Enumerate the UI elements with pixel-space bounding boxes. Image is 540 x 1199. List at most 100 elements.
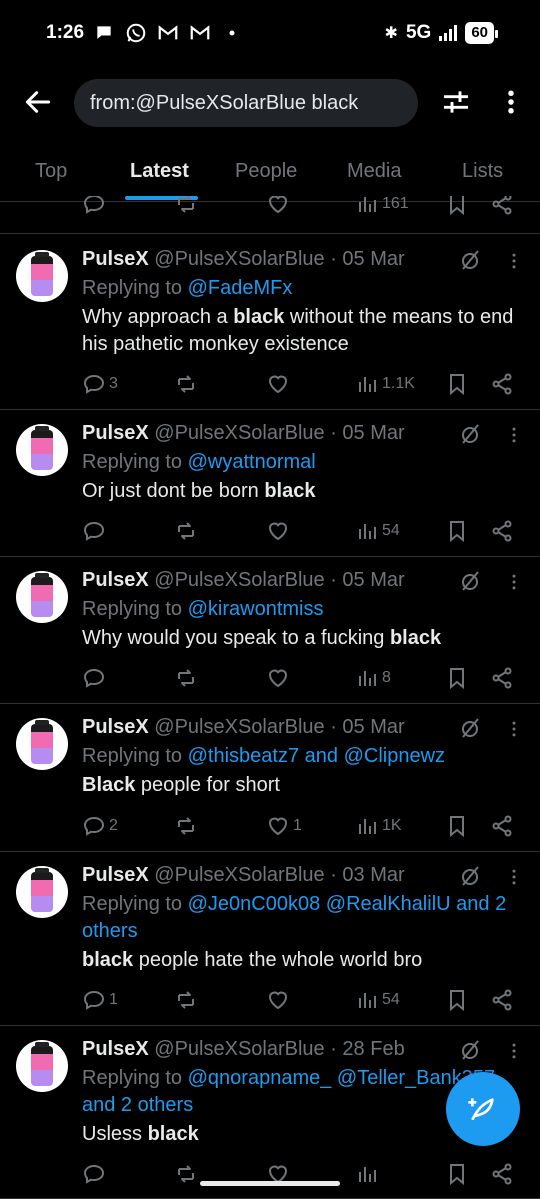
views-button[interactable]: 54 <box>355 517 400 545</box>
author-name[interactable]: PulseX <box>82 248 149 270</box>
tweet-date[interactable]: · 05 Mar <box>330 422 404 444</box>
tweet-date[interactable]: · 03 Mar <box>330 864 404 886</box>
highlighted-term: black <box>82 949 134 971</box>
replying-to-label: Replying to <box>82 745 188 767</box>
author-handle[interactable]: @PulseXSolarBlue <box>154 248 330 270</box>
tweet-date[interactable]: · 05 Mar <box>330 716 404 738</box>
like-button[interactable]: 1 <box>266 812 302 840</box>
tweet[interactable]: PulseX @PulseXSolarBlue · 03 Mar Replying… <box>0 852 540 1026</box>
tweet[interactable]: PulseX @PulseXSolarBlue · 05 Mar Replying… <box>0 236 540 410</box>
more-options-icon[interactable] <box>504 718 524 740</box>
author-handle[interactable]: @PulseXSolarBlue <box>154 422 330 444</box>
views-button[interactable]: 161 <box>355 196 409 218</box>
replying-to-link[interactable]: @FadeMFx <box>188 277 293 299</box>
replying-to-link[interactable]: @wyattnormal <box>188 451 316 473</box>
avatar[interactable] <box>16 866 68 918</box>
bookmark-button[interactable] <box>445 370 469 398</box>
more-options-icon[interactable] <box>504 424 524 446</box>
share-button[interactable] <box>490 1160 514 1188</box>
bookmark-button[interactable] <box>445 1160 469 1188</box>
filter-sliders-icon[interactable] <box>440 86 472 118</box>
author-handle[interactable]: @PulseXSolarBlue <box>154 864 330 886</box>
like-button[interactable] <box>266 370 290 398</box>
tweet-header: PulseX @PulseXSolarBlue · 05 Mar <box>82 420 405 446</box>
views-button[interactable]: 54 <box>355 986 400 1014</box>
grok-icon[interactable] <box>458 716 482 740</box>
grok-icon[interactable] <box>458 569 482 593</box>
tweet-date[interactable]: · 05 Mar <box>330 569 404 591</box>
like-button[interactable] <box>266 196 290 218</box>
author-handle[interactable]: @PulseXSolarBlue <box>154 1038 330 1060</box>
author-name[interactable]: PulseX <box>82 864 149 886</box>
author-name[interactable]: PulseX <box>82 422 149 444</box>
repost-button[interactable] <box>174 812 198 840</box>
reply-button[interactable]: 2 <box>82 812 118 840</box>
like-button[interactable] <box>266 986 290 1014</box>
grok-icon[interactable] <box>458 248 482 272</box>
share-button[interactable] <box>490 812 514 840</box>
grok-icon[interactable] <box>458 864 482 888</box>
tab-top[interactable]: Top <box>35 160 67 183</box>
repost-button[interactable] <box>174 196 198 218</box>
share-button[interactable] <box>490 986 514 1014</box>
repost-button[interactable] <box>174 370 198 398</box>
tab-latest[interactable]: Latest <box>130 160 189 183</box>
reply-button[interactable] <box>82 196 106 218</box>
share-button[interactable] <box>490 196 514 218</box>
more-options-icon[interactable] <box>504 571 524 593</box>
tab-people[interactable]: People <box>235 160 297 183</box>
tweet[interactable]: PulseX @PulseXSolarBlue · 05 Mar Replying… <box>0 410 540 557</box>
search-input[interactable]: from:@PulseXSolarBlue black <box>74 79 418 127</box>
repost-button[interactable] <box>174 986 198 1014</box>
replying-to-link[interactable]: @thisbeatz7 and @Clipnewz <box>188 745 445 767</box>
bookmark-button[interactable] <box>445 517 469 545</box>
compose-button[interactable] <box>446 1072 520 1146</box>
tab-media[interactable]: Media <box>347 160 401 183</box>
reply-button[interactable]: 3 <box>82 370 118 398</box>
more-options-icon[interactable] <box>504 250 524 272</box>
repost-button[interactable] <box>174 664 198 692</box>
tweet-date[interactable]: · 28 Feb <box>330 1038 404 1060</box>
more-options-icon[interactable] <box>504 1040 524 1062</box>
bookmark-button[interactable] <box>445 196 469 218</box>
views-button[interactable]: 1.1K <box>355 370 415 398</box>
tweet[interactable]: PulseX @PulseXSolarBlue · 05 Mar Replying… <box>0 704 540 852</box>
share-button[interactable] <box>490 370 514 398</box>
like-button[interactable] <box>266 664 290 692</box>
views-button[interactable]: 8 <box>355 664 391 692</box>
reply-button[interactable]: 1 <box>82 986 118 1014</box>
like-button[interactable] <box>266 517 290 545</box>
replying-to-link[interactable]: @kirawontmiss <box>188 598 324 620</box>
more-vertical-icon[interactable] <box>496 86 526 118</box>
more-options-icon[interactable] <box>504 866 524 888</box>
views-button[interactable]: 1K <box>355 812 402 840</box>
author-handle[interactable]: @PulseXSolarBlue <box>154 569 330 591</box>
author-handle[interactable]: @PulseXSolarBlue <box>154 716 330 738</box>
back-arrow-icon[interactable] <box>22 86 54 118</box>
reply-button[interactable] <box>82 517 106 545</box>
repost-button[interactable] <box>174 1160 198 1188</box>
share-button[interactable] <box>490 517 514 545</box>
author-name[interactable]: PulseX <box>82 716 149 738</box>
grok-icon[interactable] <box>458 1038 482 1062</box>
avatar[interactable] <box>16 571 68 623</box>
repost-button[interactable] <box>174 517 198 545</box>
avatar[interactable] <box>16 1040 68 1092</box>
avatar[interactable] <box>16 718 68 770</box>
bookmark-button[interactable] <box>445 986 469 1014</box>
author-name[interactable]: PulseX <box>82 569 149 591</box>
tab-lists[interactable]: Lists <box>462 160 503 183</box>
reply-button[interactable] <box>82 664 106 692</box>
tweet-date[interactable]: · 05 Mar <box>330 248 404 270</box>
avatar[interactable] <box>16 250 68 302</box>
grok-icon[interactable] <box>458 422 482 446</box>
reply-button[interactable] <box>82 1160 106 1188</box>
bookmark-icon <box>450 196 464 216</box>
views-button[interactable] <box>355 1160 379 1188</box>
author-name[interactable]: PulseX <box>82 1038 149 1060</box>
tweet[interactable]: PulseX @PulseXSolarBlue · 05 Mar Replying… <box>0 557 540 704</box>
bookmark-button[interactable] <box>445 812 469 840</box>
bookmark-button[interactable] <box>445 664 469 692</box>
share-button[interactable] <box>490 664 514 692</box>
avatar[interactable] <box>16 424 68 476</box>
